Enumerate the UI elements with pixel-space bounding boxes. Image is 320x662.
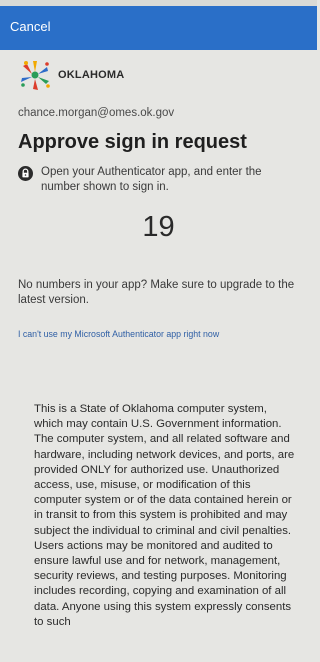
upgrade-help-text: No numbers in your app? Make sure to upg…: [18, 279, 295, 306]
approval-instruction: Open your Authenticator app, and enter t…: [18, 165, 303, 195]
brand-name: OKLAHOMA: [58, 69, 125, 81]
lock-icon: [18, 166, 33, 181]
page-title: Approve sign in request: [18, 131, 247, 153]
sign-in-number: 19: [142, 211, 175, 243]
legal-notice: This is a State of Oklahoma computer sys…: [34, 403, 295, 628]
top-bar: Cancel: [0, 0, 317, 50]
cancel-button[interactable]: Cancel: [10, 19, 50, 34]
cant-use-authenticator-link[interactable]: I can't use my Microsoft Authenticator a…: [18, 329, 219, 339]
brand: OKLAHOMA: [18, 59, 124, 91]
oklahoma-logo-icon: [21, 61, 50, 90]
account-email: chance.morgan@omes.ok.gov: [18, 107, 175, 119]
instruction-text: Open your Authenticator app, and enter t…: [41, 166, 262, 193]
